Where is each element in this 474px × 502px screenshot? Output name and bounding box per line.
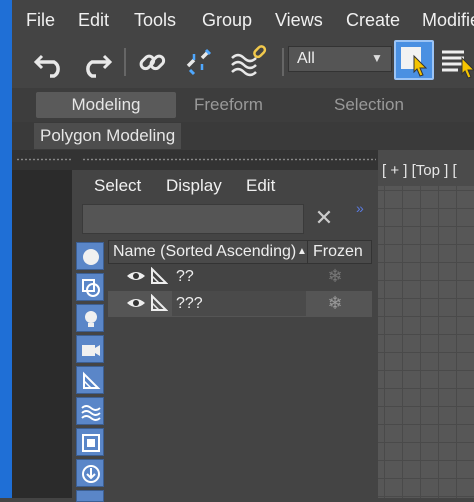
toolbar-divider	[124, 48, 126, 76]
select-object-icon[interactable]	[394, 40, 434, 80]
eye-icon[interactable]	[126, 268, 146, 289]
polygon-modeling-tab[interactable]: Polygon Modeling	[34, 123, 182, 149]
expand-panel-icon[interactable]: »	[356, 200, 364, 216]
drag-handle-explorer[interactable]	[82, 158, 376, 161]
row-name[interactable]: ??	[172, 264, 306, 289]
chevron-down-icon: ▼	[371, 51, 383, 65]
column-frozen-header[interactable]: Frozen	[313, 241, 363, 263]
column-divider	[307, 241, 308, 263]
xrefs-filter-icon[interactable]	[76, 459, 104, 487]
viewport-label[interactable]: [ + ] [Top ] [	[382, 162, 457, 179]
explorer-menu-edit[interactable]: Edit	[246, 176, 275, 196]
table-row[interactable]: ?? ❄	[108, 264, 372, 290]
ribbon-panel-bar: Polygon Modeling	[12, 122, 474, 150]
select-by-name-icon[interactable]	[440, 44, 474, 80]
snowflake-icon[interactable]: ❄	[304, 291, 366, 316]
ribbon-tab-bar: Modeling Freeform Selection	[12, 88, 474, 122]
tab-modeling[interactable]: Modeling	[36, 92, 176, 118]
unlink-icon[interactable]	[180, 44, 216, 80]
tab-selection[interactable]: Selection	[334, 92, 404, 118]
scene-explorer-panel: Select Display Edit ✕ » Name (Sorted Asc…	[72, 170, 378, 502]
window-frame	[0, 0, 12, 498]
main-toolbar: All ▼	[12, 38, 474, 88]
filter-toolbar	[76, 242, 106, 502]
redo-icon[interactable]	[78, 44, 114, 80]
sort-ascending-icon: ▲	[297, 246, 307, 257]
tab-freeform[interactable]: Freeform	[194, 92, 263, 118]
table-row[interactable]: ??? ❄	[108, 291, 372, 317]
menu-modifiers[interactable]: Modifie	[422, 10, 474, 31]
menu-tools[interactable]: Tools	[134, 10, 176, 31]
explorer-menu-select[interactable]: Select	[94, 176, 141, 196]
selection-filter-value: All	[297, 50, 315, 67]
top-viewport[interactable]: [ + ] [Top ] [	[378, 150, 474, 498]
geometry-filter-icon[interactable]	[76, 242, 104, 270]
menu-file[interactable]: File	[26, 10, 55, 31]
link-icon[interactable]	[134, 44, 170, 80]
close-icon[interactable]: ✕	[312, 206, 336, 230]
lights-filter-icon[interactable]	[76, 304, 104, 332]
snowflake-icon[interactable]: ❄	[304, 264, 366, 289]
list-header: Name (Sorted Ascending) ▲ Frozen	[108, 240, 372, 264]
menu-group[interactable]: Group	[202, 10, 252, 31]
menu-views[interactable]: Views	[275, 10, 323, 31]
menu-create[interactable]: Create	[346, 10, 400, 31]
shapes-filter-icon[interactable]	[76, 273, 104, 301]
eye-icon[interactable]	[126, 295, 146, 316]
search-input[interactable]	[82, 204, 304, 234]
undo-icon[interactable]	[32, 44, 68, 80]
bones-filter-icon[interactable]	[76, 490, 104, 502]
row-name[interactable]: ???	[172, 291, 306, 316]
left-dock-area	[12, 170, 72, 498]
menu-bar: File Edit Tools Group Views Create Modif…	[12, 0, 474, 38]
object-type-icon	[150, 266, 169, 290]
spacewarps-filter-icon[interactable]	[76, 397, 104, 425]
toolbar-divider	[282, 48, 284, 76]
drag-handle-left[interactable]	[16, 158, 72, 161]
menu-edit[interactable]: Edit	[78, 10, 109, 31]
cameras-filter-icon[interactable]	[76, 335, 104, 363]
selection-filter-dropdown[interactable]: All ▼	[288, 46, 392, 72]
bind-space-warp-icon[interactable]	[228, 44, 267, 80]
column-name-header[interactable]: Name (Sorted Ascending)	[113, 241, 296, 263]
helpers-filter-icon[interactable]	[76, 366, 104, 394]
explorer-menu-display[interactable]: Display	[166, 176, 222, 196]
groups-filter-icon[interactable]	[76, 428, 104, 456]
object-type-icon	[150, 293, 169, 317]
